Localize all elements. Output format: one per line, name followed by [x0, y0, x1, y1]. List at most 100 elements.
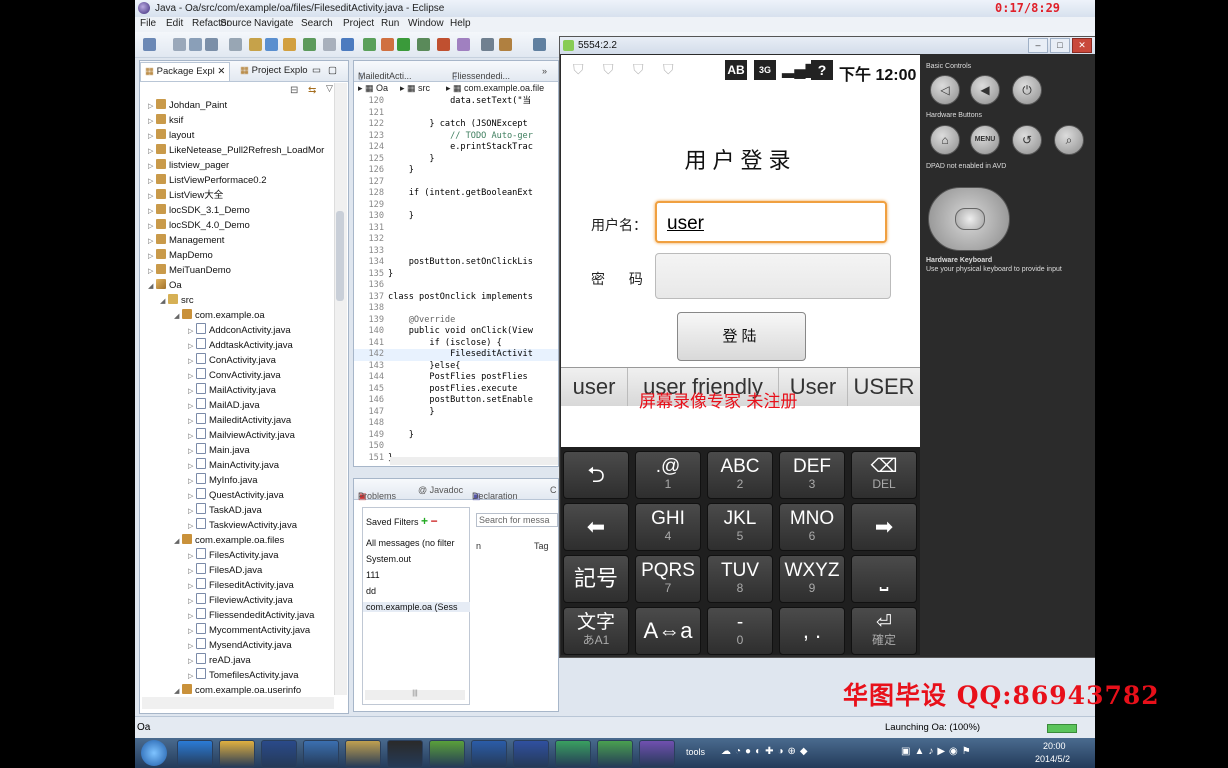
- toolbar-icon[interactable]: [173, 38, 186, 51]
- tree-item[interactable]: ▷ MailviewActivity.java: [188, 428, 295, 443]
- collapsed-arrow-icon[interactable]: ▷: [148, 264, 156, 279]
- tree-item[interactable]: ▷ MailAD.java: [188, 398, 260, 413]
- collapsed-arrow-icon[interactable]: ▷: [148, 189, 156, 204]
- breadcrumb-package[interactable]: ▸ ▦ com.example.oa.file: [446, 83, 544, 94]
- taskbar-app-button[interactable]: [513, 740, 549, 768]
- menu-navigate[interactable]: Navigate: [254, 18, 293, 29]
- menu-search[interactable]: Search: [301, 18, 333, 29]
- taskbar-app-button[interactable]: [471, 740, 507, 768]
- tree-item[interactable]: ◢ com.example.oa.userinfo: [174, 683, 301, 698]
- collapsed-arrow-icon[interactable]: ▷: [188, 624, 196, 639]
- toolbar-icon[interactable]: [437, 38, 450, 51]
- tree-item[interactable]: ▷ layout: [148, 128, 194, 143]
- collapsed-arrow-icon[interactable]: ▷: [188, 444, 196, 459]
- tree-item[interactable]: ▷ ListViewPerformace0.2: [148, 173, 267, 188]
- collapsed-arrow-icon[interactable]: ▷: [188, 639, 196, 654]
- taskbar-app-button[interactable]: [303, 740, 339, 768]
- tree-item[interactable]: ▷ FileviewActivity.java: [188, 593, 293, 608]
- tree-item[interactable]: ▷ FilesAD.java: [188, 563, 262, 578]
- volume-up-icon[interactable]: ◀: [970, 75, 1000, 105]
- collapsed-arrow-icon[interactable]: ▷: [188, 384, 196, 399]
- tree-item[interactable]: ▷ listview_pager: [148, 158, 229, 173]
- tree-horizontal-scrollbar[interactable]: [142, 697, 334, 709]
- breadcrumb-oa[interactable]: ▸ ▦ Oa: [358, 83, 388, 94]
- tree-item[interactable]: ◢ src: [160, 293, 194, 308]
- log-column-tag[interactable]: Tag: [534, 541, 549, 551]
- tab-console[interactable]: C: [550, 485, 557, 495]
- key[interactable]: ⏎ 確定: [851, 607, 917, 655]
- key[interactable]: WXYZ 9: [779, 555, 845, 603]
- tree-item[interactable]: ▷ Management: [148, 233, 224, 248]
- tree-item[interactable]: ▷ locSDK_4.0_Demo: [148, 218, 250, 233]
- taskbar-app-button[interactable]: [387, 740, 423, 768]
- login-button[interactable]: 登陆: [677, 312, 806, 361]
- menu-project[interactable]: Project: [343, 18, 374, 29]
- taskbar-app-button[interactable]: [219, 740, 255, 768]
- toolbar-icon[interactable]: [189, 38, 202, 51]
- tree-item[interactable]: ▷ MainActivity.java: [188, 458, 279, 473]
- tree-item[interactable]: ▷ ConActivity.java: [188, 353, 276, 368]
- key[interactable]: DEF 3: [779, 451, 845, 499]
- emulator-maximize-button[interactable]: □: [1050, 38, 1070, 53]
- system-tray-icons[interactable]: ▣▲♪▶◉⚑: [901, 746, 1021, 760]
- key[interactable]: A⇔a: [635, 607, 701, 655]
- collapsed-arrow-icon[interactable]: ▷: [188, 504, 196, 519]
- toolbar-icon[interactable]: [143, 38, 156, 51]
- filter-item[interactable]: All messages (no filter: [366, 538, 455, 548]
- taskbar-app-button[interactable]: [177, 740, 213, 768]
- key[interactable]: .@ 1: [635, 451, 701, 499]
- key[interactable]: -0: [707, 607, 773, 655]
- tree-item[interactable]: ▷ TomefilesActivity.java: [188, 668, 299, 683]
- maximize-view-icon[interactable]: ▢: [328, 65, 337, 76]
- search-icon[interactable]: ⌕: [1054, 125, 1084, 155]
- collapsed-arrow-icon[interactable]: ▷: [188, 474, 196, 489]
- collapsed-arrow-icon[interactable]: ▷: [188, 579, 196, 594]
- tab-javadoc[interactable]: @ Javadoc: [418, 485, 463, 495]
- collapsed-arrow-icon[interactable]: ▷: [188, 324, 196, 339]
- collapsed-arrow-icon[interactable]: ▷: [148, 204, 156, 219]
- toolbar-icon[interactable]: [397, 38, 410, 51]
- collapsed-arrow-icon[interactable]: ▷: [148, 234, 156, 249]
- add-filter-icon[interactable]: +: [421, 514, 428, 528]
- suggestion-item[interactable]: USER: [848, 368, 920, 406]
- collapsed-arrow-icon[interactable]: ▷: [148, 159, 156, 174]
- collapsed-arrow-icon[interactable]: ▷: [188, 414, 196, 429]
- volume-down-icon[interactable]: ◁: [930, 75, 960, 105]
- suggestion-item[interactable]: user: [561, 368, 628, 406]
- tree-item[interactable]: ▷ ksif: [148, 113, 183, 128]
- tree-item[interactable]: ▷ FilesActivity.java: [188, 548, 279, 563]
- collapsed-arrow-icon[interactable]: ▷: [188, 459, 196, 474]
- collapsed-arrow-icon[interactable]: ▷: [188, 609, 196, 624]
- tree-item[interactable]: ▷ ConvActivity.java: [188, 368, 281, 383]
- tree-item[interactable]: ▷ MyInfo.java: [188, 473, 258, 488]
- tree-item[interactable]: ▷ MailActivity.java: [188, 383, 276, 398]
- filter-item[interactable]: 111: [366, 570, 380, 580]
- key[interactable]: JKL 5: [707, 503, 773, 551]
- filter-item[interactable]: com.example.oa (Sess: [363, 602, 470, 612]
- collapsed-arrow-icon[interactable]: ▷: [188, 564, 196, 579]
- tree-item[interactable]: ▷ LikeNetease_Pull2Refresh_LoadMor: [148, 143, 324, 158]
- dpad-control[interactable]: [928, 187, 1010, 251]
- tree-item[interactable]: ▷ FliessendeditActivity.java: [188, 608, 314, 623]
- filter-item[interactable]: System.out: [366, 554, 411, 564]
- menu-help[interactable]: Help: [450, 18, 471, 29]
- tree-item[interactable]: ▷ MapDemo: [148, 248, 213, 263]
- menu-window[interactable]: Window: [408, 18, 444, 29]
- tree-item[interactable]: ▷ AddconActivity.java: [188, 323, 291, 338]
- expanded-arrow-icon[interactable]: ◢: [160, 294, 168, 309]
- key[interactable]: TUV 8: [707, 555, 773, 603]
- link-editor-icon[interactable]: ⇆: [308, 85, 316, 96]
- tree-scroll-thumb[interactable]: [336, 211, 344, 301]
- password-input[interactable]: [655, 253, 891, 299]
- key[interactable]: ➡: [851, 503, 917, 551]
- remove-filter-icon[interactable]: −: [431, 514, 438, 528]
- log-search-input[interactable]: Search for messa: [476, 513, 558, 527]
- toolbar-icon[interactable]: [457, 38, 470, 51]
- tree-item[interactable]: ▷ MysendActivity.java: [188, 638, 292, 653]
- filters-hscrollbar[interactable]: |||: [365, 690, 465, 700]
- key[interactable]: ⌫ DEL: [851, 451, 917, 499]
- key[interactable]: ⎵: [851, 555, 917, 603]
- collapsed-arrow-icon[interactable]: ▷: [148, 219, 156, 234]
- tree-item[interactable]: ◢ Oa: [148, 278, 182, 293]
- toolbar-icon[interactable]: [363, 38, 376, 51]
